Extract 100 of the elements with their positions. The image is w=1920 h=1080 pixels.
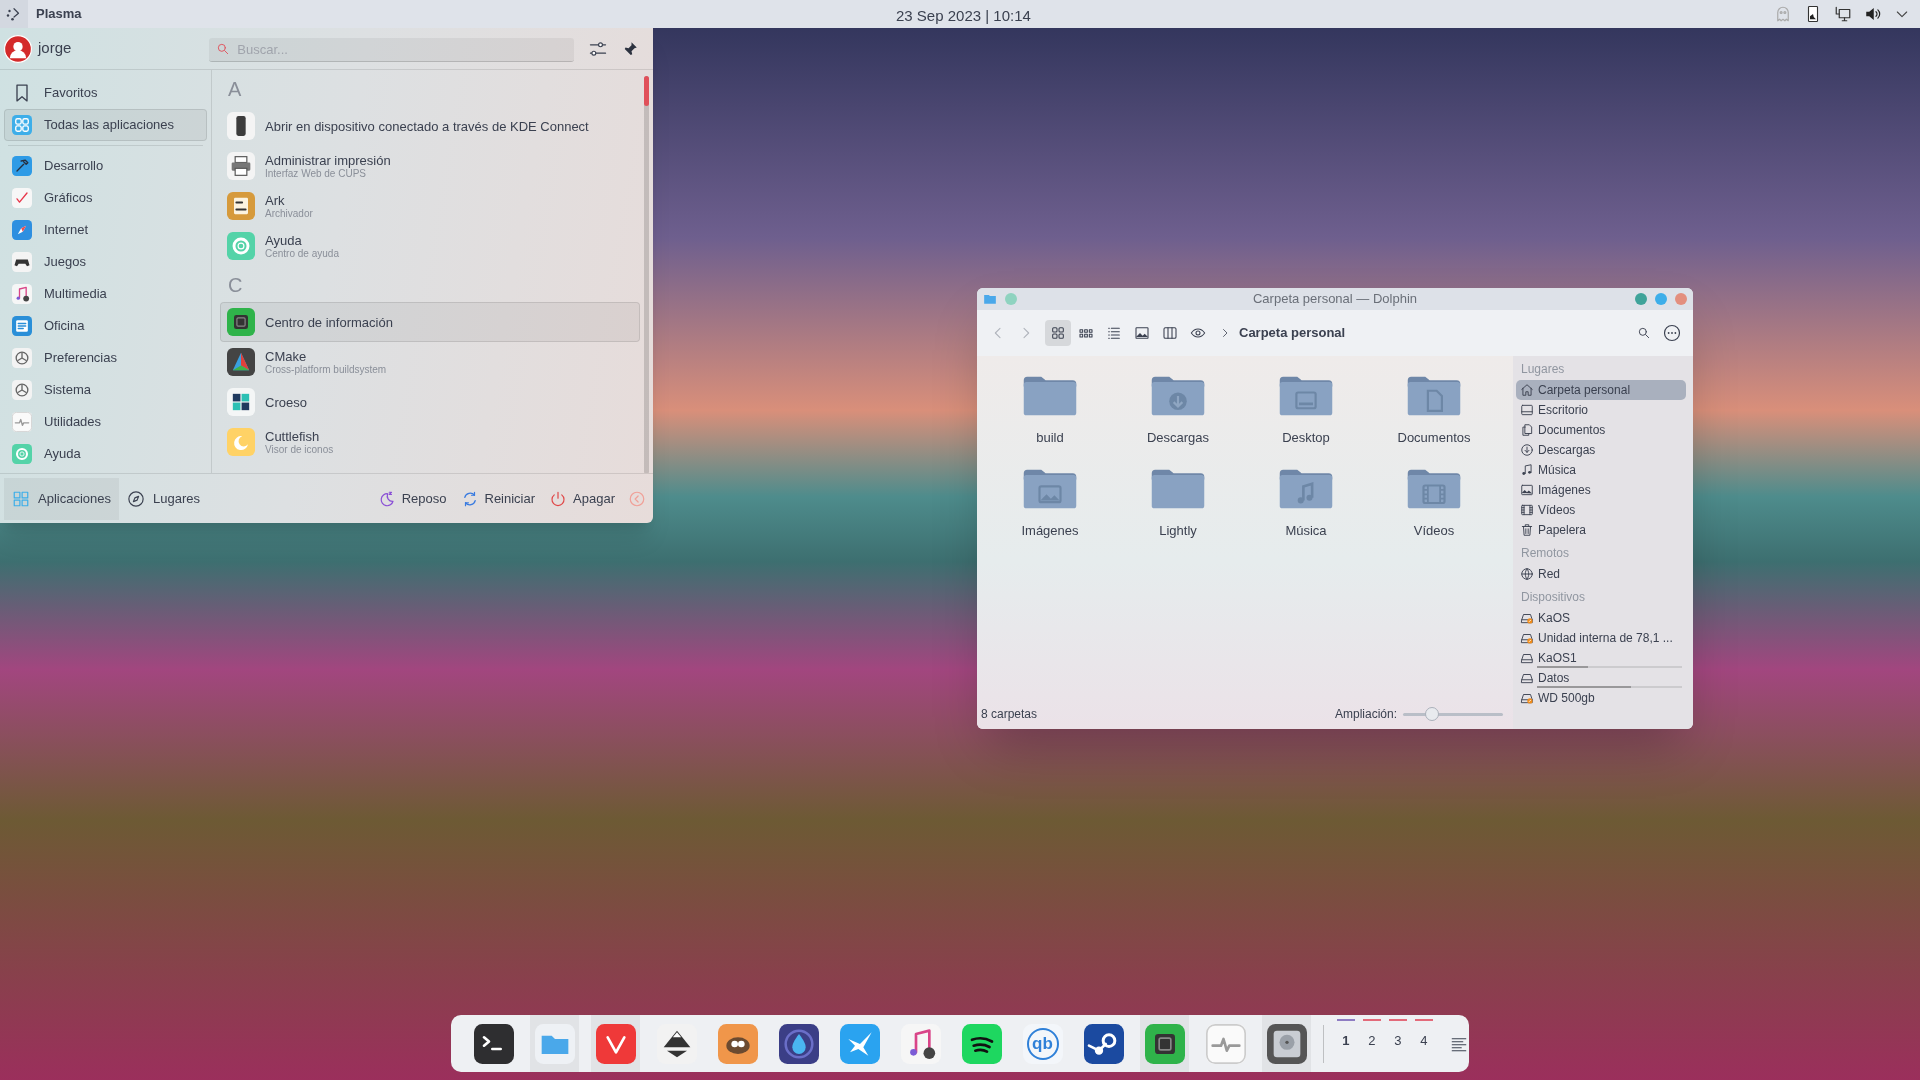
gear-icon: [12, 348, 32, 368]
folder-icon: [1406, 467, 1462, 511]
launcher-tab[interactable]: Aplicaciones: [4, 477, 119, 520]
app-description: Interfaz Web de CUPS: [265, 167, 366, 180]
app-item[interactable]: Ayuda Centro de ayuda: [220, 226, 640, 266]
category-item[interactable]: Internet: [4, 214, 207, 246]
desktop-pager-item[interactable]: 3: [1387, 1015, 1408, 1072]
places-item[interactable]: Datos: [1516, 668, 1686, 688]
power-button[interactable]: Reposo: [373, 483, 451, 514]
scrollbar[interactable]: [644, 76, 649, 473]
places-item[interactable]: Red: [1516, 564, 1686, 584]
launcher-tab[interactable]: Lugares: [119, 477, 208, 520]
folder-name: Desktop: [1282, 429, 1330, 447]
drive-icon: [1520, 671, 1534, 685]
places-item[interactable]: KaOS1: [1516, 648, 1686, 668]
app-item[interactable]: Cuttlefish Visor de iconos: [220, 422, 640, 462]
desktop-pager-item[interactable]: 4: [1413, 1015, 1434, 1072]
app-name: Ayuda: [265, 232, 303, 248]
app-item[interactable]: Centro de información: [220, 302, 640, 342]
folder-icon: [1022, 374, 1078, 418]
breadcrumb-item[interactable]: Carpeta personal: [1239, 323, 1346, 343]
zoom-slider[interactable]: [1403, 707, 1503, 721]
zoom-label: Ampliación:: [1334, 706, 1397, 723]
view-mode-button[interactable]: [1045, 320, 1071, 346]
terminal-icon: [473, 1023, 514, 1064]
avatar-icon: [4, 34, 32, 63]
places-item[interactable]: Unidad interna de 78,1 ...: [1516, 628, 1686, 648]
folder-name: Documentos: [1397, 429, 1471, 447]
brush-icon: [12, 188, 32, 208]
launcher-button[interactable]: [0, 0, 28, 28]
app-item[interactable]: Administrar impresión Interfaz Web de CUPS: [220, 146, 640, 186]
desktop-pager-item[interactable]: 2: [1361, 1015, 1382, 1072]
category-item[interactable]: Oficina: [4, 310, 207, 342]
folder-name: Imágenes: [1021, 522, 1079, 540]
image-icon: [1520, 483, 1534, 497]
slider-thumb[interactable]: [1425, 707, 1439, 721]
pulse-icon: [1205, 1023, 1246, 1064]
lifebuoy-icon: [12, 444, 32, 464]
category-item[interactable]: Desarrollo: [4, 150, 207, 182]
power-button[interactable]: Apagar: [545, 483, 619, 514]
app-name: Cuttlefish: [265, 428, 321, 444]
documents-icon: [1520, 423, 1534, 437]
category-item[interactable]: Preferencias: [4, 342, 207, 374]
category-item[interactable]: Ayuda: [4, 438, 207, 470]
grid-icon: [12, 489, 30, 508]
minimize-button[interactable]: [1635, 293, 1647, 305]
folder-item[interactable]: Desktop: [1242, 356, 1370, 449]
places-item[interactable]: Papelera: [1516, 520, 1686, 540]
category-item[interactable]: Multimedia: [4, 278, 207, 310]
places-item[interactable]: KaOS: [1516, 608, 1686, 628]
app-name: CMake: [265, 348, 308, 364]
bird-icon: [839, 1023, 880, 1064]
app-description: Centro de ayuda: [265, 247, 339, 260]
category-item[interactable]: Juegos: [4, 246, 207, 278]
home-icon: [1520, 383, 1534, 397]
places-heading: Lugares: [1521, 361, 1565, 378]
app-item[interactable]: CMake Cross-platform buildsystem: [220, 342, 640, 382]
chip-icon: [227, 308, 255, 336]
folder-item[interactable]: Lightly: [1114, 449, 1242, 542]
folder-item[interactable]: Música: [1242, 449, 1370, 542]
lifebuoy-icon: [227, 232, 255, 260]
places-item[interactable]: Vídeos: [1516, 500, 1686, 520]
folder-item[interactable]: Documentos: [1370, 356, 1498, 449]
dock-app-button[interactable]: [1140, 1015, 1189, 1072]
folder-name: Vídeos: [1413, 522, 1455, 540]
status-text: 8 carpetas: [981, 706, 1038, 723]
dock-app-button[interactable]: qb: [1018, 1015, 1067, 1072]
phone-icon: [227, 112, 255, 140]
category-item[interactable]: Favoritos: [4, 77, 207, 109]
folder-item[interactable]: build: [986, 356, 1114, 449]
app-item[interactable]: Abrir en dispositivo conectado a través de KDE Connect: [220, 106, 640, 146]
desktop-pager-item[interactable]: 1: [1335, 1015, 1356, 1072]
grid-icon: [12, 115, 32, 135]
speaker-icon: [1864, 5, 1882, 23]
app-item[interactable]: Ark Archivador: [220, 186, 640, 226]
back-circle-icon: [628, 489, 646, 508]
folder-item[interactable]: Imágenes: [986, 449, 1114, 542]
places-item[interactable]: Imágenes: [1516, 480, 1686, 500]
places-item[interactable]: Documentos: [1516, 420, 1686, 440]
category-item[interactable]: Sistema: [4, 374, 207, 406]
folder-item[interactable]: Vídeos: [1370, 449, 1498, 542]
places-item[interactable]: Escritorio: [1516, 400, 1686, 420]
category-item[interactable]: Utilidades: [4, 406, 207, 438]
category-item[interactable]: Todas las aplicaciones: [4, 109, 207, 141]
active-app-title: Plasma: [36, 5, 82, 24]
power-button[interactable]: Reiniciar: [456, 483, 540, 514]
drive-icon: [1520, 651, 1534, 665]
places-item[interactable]: Descargas: [1516, 440, 1686, 460]
folder-icon: [1406, 374, 1462, 418]
trash-icon: [1520, 523, 1534, 537]
app-description: Visor de iconos: [265, 443, 334, 456]
folder-item[interactable]: Descargas: [1114, 356, 1242, 449]
app-name: Ark: [265, 192, 286, 208]
places-item[interactable]: WD 500gb: [1516, 688, 1686, 708]
hammer-icon: [12, 156, 32, 176]
places-item[interactable]: Carpeta personal: [1516, 380, 1686, 400]
clock[interactable]: 23 Sep 2023 | 10:14: [896, 5, 1031, 28]
places-item[interactable]: Música: [1516, 460, 1686, 480]
category-item[interactable]: Gráficos: [4, 182, 207, 214]
app-item[interactable]: Croeso: [220, 382, 640, 422]
